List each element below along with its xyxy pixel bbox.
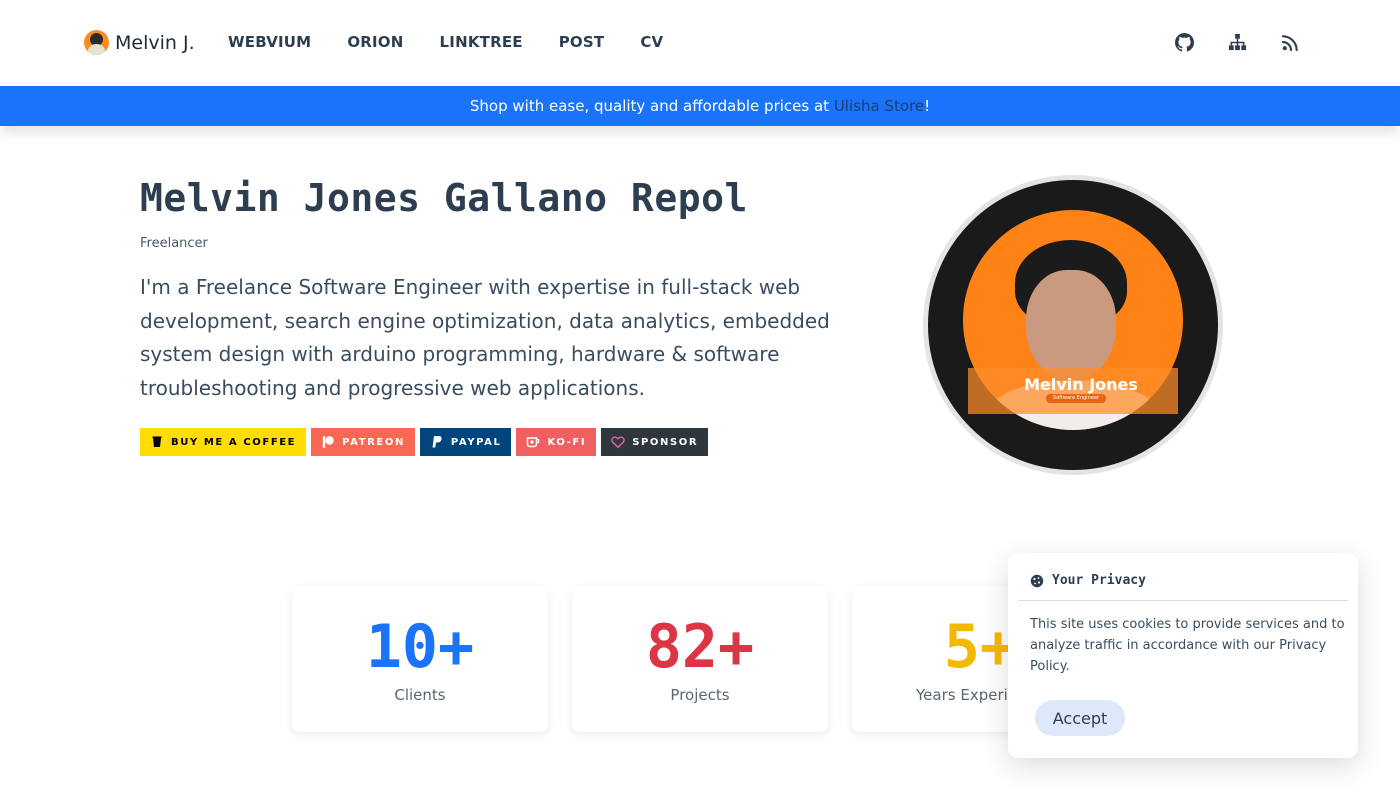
hero-description: I'm a Freelance Software Engineer with e… xyxy=(140,275,830,400)
privacy-title: Your Privacy xyxy=(1052,573,1146,588)
nav-link-webvium[interactable]: WEBVIUM xyxy=(228,33,311,51)
nav-link-post[interactable]: POST xyxy=(559,33,605,51)
nav-icons xyxy=(1175,33,1300,52)
sitemap-icon[interactable] xyxy=(1228,33,1247,52)
paypal-label: PAYPAL xyxy=(450,436,502,448)
nav-link-orion[interactable]: ORION xyxy=(347,33,403,51)
sponsor-button[interactable]: SPONSOR xyxy=(601,428,709,456)
github-icon[interactable] xyxy=(1175,33,1194,52)
rss-icon[interactable] xyxy=(1281,33,1300,52)
privacy-divider xyxy=(1018,600,1348,601)
stat-value-projects: 82+ xyxy=(645,612,755,682)
brand-name: Melvin J. xyxy=(115,31,195,54)
donate-buttons: BUY ME A COFFEE PATREON PAYPAL KO-FI SPO… xyxy=(140,428,709,456)
stat-card-projects: 82+ Projects xyxy=(572,586,828,732)
stat-card-clients: 10+ Clients xyxy=(292,586,548,732)
accept-button[interactable]: Accept xyxy=(1035,700,1125,736)
stat-label-clients: Clients xyxy=(394,686,446,704)
paypal-button[interactable]: PAYPAL xyxy=(419,428,512,456)
profile-picture: Melvin Jones Software Engineer xyxy=(923,175,1223,475)
hero-role: Freelancer xyxy=(140,236,208,251)
profile-name: Melvin Jones xyxy=(1024,375,1138,394)
buy-me-a-coffee-button[interactable]: BUY ME A COFFEE xyxy=(140,428,307,456)
hero-name: Melvin Jones Gallano Repol xyxy=(140,176,748,220)
nav-link-linktree[interactable]: LINKTREE xyxy=(440,33,523,51)
nav-links: WEBVIUM ORION LINKTREE POST CV xyxy=(228,33,663,51)
navbar: Melvin J. WEBVIUM ORION LINKTREE POST CV xyxy=(0,0,1400,86)
profile-tag: Software Engineer xyxy=(1046,394,1106,403)
sponsor-label: SPONSOR xyxy=(632,436,699,448)
promo-banner: Shop with ease, quality and affordable p… xyxy=(0,86,1400,126)
nav-link-cv[interactable]: CV xyxy=(640,33,663,51)
cookie-icon xyxy=(1030,574,1044,587)
brand-avatar xyxy=(84,30,109,55)
patreon-icon xyxy=(322,436,334,448)
banner-suffix: ! xyxy=(924,97,931,115)
banner-prefix: Shop with ease, quality and affordable p… xyxy=(469,97,830,115)
kofi-icon xyxy=(527,437,540,448)
privacy-text: This site uses cookies to provide servic… xyxy=(1030,617,1345,674)
buy-me-a-coffee-label: BUY ME A COFFEE xyxy=(171,436,297,448)
patreon-label: PATREON xyxy=(342,436,405,448)
stat-label-projects: Projects xyxy=(670,686,730,704)
paypal-icon xyxy=(432,436,442,448)
kofi-label: KO-FI xyxy=(547,436,587,448)
privacy-header: Your Privacy xyxy=(1030,573,1146,588)
kofi-button[interactable]: KO-FI xyxy=(516,428,597,456)
privacy-popup: Your Privacy This site uses cookies to p… xyxy=(1008,553,1358,758)
coffee-icon xyxy=(152,436,162,447)
banner-store-link[interactable]: Ulisha Store xyxy=(834,97,924,115)
patreon-button[interactable]: PATREON xyxy=(311,428,415,456)
profile-face xyxy=(1026,270,1116,380)
stat-value-clients: 10+ xyxy=(365,612,475,682)
heart-icon xyxy=(611,436,625,449)
brand-link[interactable]: Melvin J. xyxy=(84,30,195,55)
